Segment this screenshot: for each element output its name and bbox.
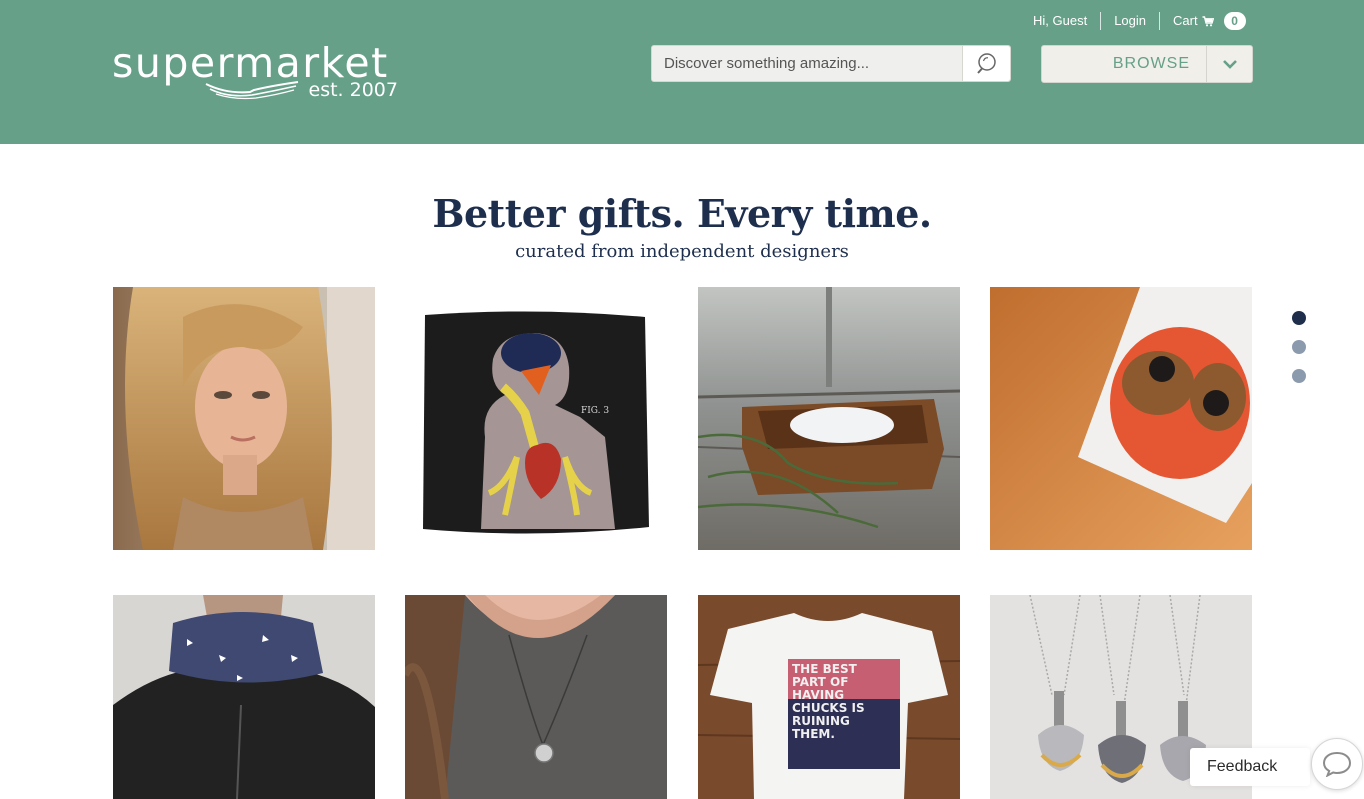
cart-link[interactable]: Cart 0	[1160, 12, 1259, 30]
browse-button[interactable]: BROWSE	[1042, 46, 1208, 82]
cart-count-badge: 0	[1223, 12, 1246, 30]
search-icon	[976, 52, 996, 74]
product-tile[interactable]	[405, 595, 667, 799]
cart-label: Cart	[1173, 13, 1198, 28]
logo-swoosh-icon	[205, 81, 299, 100]
search-bar	[651, 45, 1011, 82]
page-subtitle: curated from independent designers	[515, 241, 849, 262]
user-nav: Hi, Guest Login Cart 0	[1020, 11, 1259, 31]
guest-greeting: Hi, Guest	[1020, 12, 1102, 30]
product-tile[interactable]	[698, 287, 960, 550]
login-link[interactable]: Login	[1101, 12, 1160, 30]
product-tile[interactable]	[113, 595, 375, 799]
anatomy-pillow-photo: FIG. 3	[405, 287, 667, 550]
product-tile[interactable]: FIG. 3	[405, 287, 667, 550]
feedback-tab[interactable]: Feedback	[1190, 748, 1310, 786]
necklace-photo	[405, 595, 667, 799]
product-tile[interactable]: THE BEST PART OF HAVING CHUCKS IS RUININ…	[698, 595, 960, 799]
search-button[interactable]	[962, 46, 1010, 81]
chat-bubble-icon	[1322, 751, 1352, 777]
carousel-dot-1[interactable]	[1292, 311, 1306, 325]
pillow-print: FIG. 3	[581, 406, 609, 416]
carousel-dot-3[interactable]	[1292, 369, 1306, 383]
logo-tagline: est. 2007	[308, 79, 398, 101]
salt-bowl-photo	[698, 287, 960, 550]
chevron-down-icon	[1222, 60, 1237, 69]
carousel-pagination	[1292, 311, 1308, 398]
product-tile[interactable]	[990, 287, 1252, 550]
carousel-dot-2[interactable]	[1292, 340, 1306, 354]
site-logo[interactable]: supermarket est. 2007	[112, 40, 412, 104]
feedback-button[interactable]	[1311, 738, 1363, 790]
product-tile[interactable]	[113, 287, 375, 550]
search-input[interactable]	[652, 46, 963, 81]
owl-card-photo	[990, 287, 1252, 550]
woman-portrait-photo	[113, 287, 375, 550]
cart-icon	[1202, 15, 1214, 26]
scarf-photo	[113, 595, 375, 799]
browse-toggle[interactable]	[1206, 46, 1252, 82]
site-header: supermarket est. 2007 Hi, Guest Login Ca…	[0, 0, 1364, 144]
page-title: Better gifts. Every time.	[432, 191, 932, 236]
browse-dropdown[interactable]: BROWSE	[1041, 45, 1253, 83]
tshirt-photo: THE BEST PART OF HAVING CHUCKS IS RUININ…	[698, 595, 960, 799]
